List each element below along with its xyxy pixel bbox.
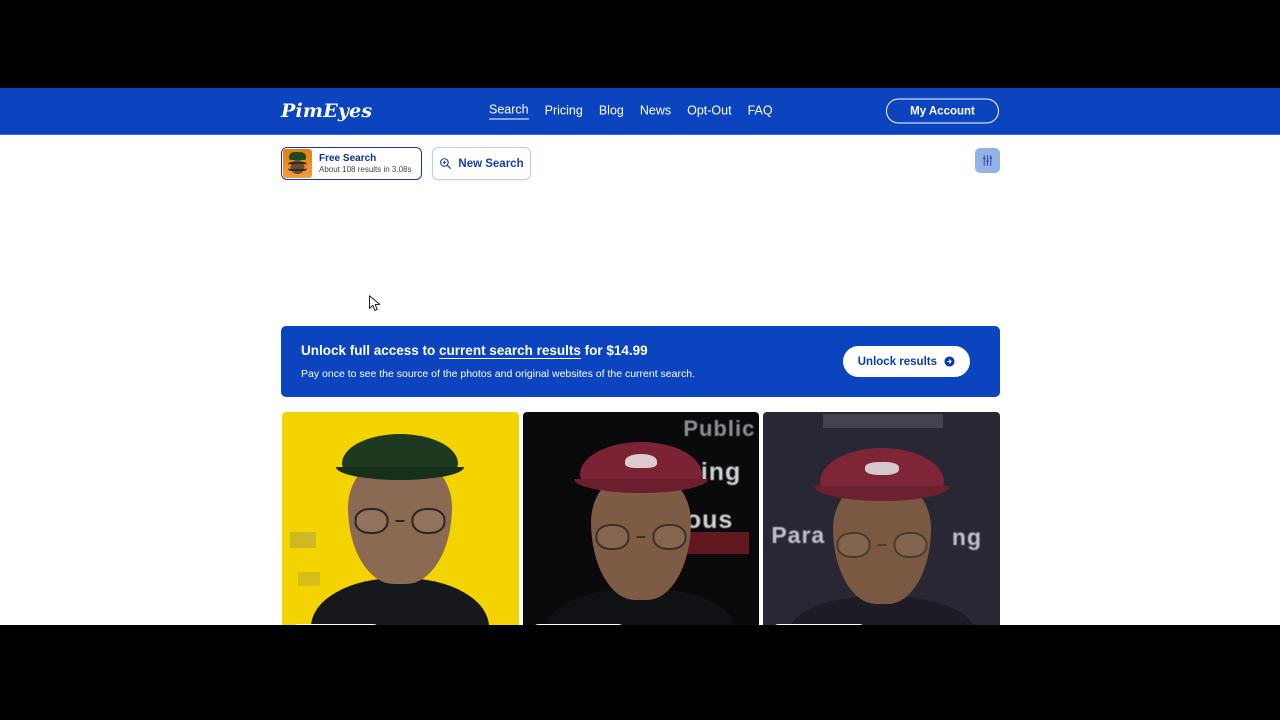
unlock-results-label: Unlock results <box>857 355 937 368</box>
mouse-cursor <box>369 295 381 311</box>
unlock-results-button[interactable]: Unlock results <box>842 346 970 377</box>
face-thumbnail <box>283 149 312 178</box>
result-url-label: https://faceclips.net… <box>771 624 867 625</box>
pimeyes-logo[interactable]: PimEyes <box>281 100 372 122</box>
grid-view-toggle-button[interactable] <box>975 148 1000 173</box>
site-navbar: PimEyes Search Pricing Blog News Opt-Out… <box>0 88 1280 135</box>
sliders-icon <box>982 155 993 166</box>
unlock-banner-subtext: Pay once to see the source of the photos… <box>301 367 695 380</box>
main-navigation: Search Pricing Blog News Opt-Out FAQ <box>489 103 773 120</box>
result-url-label: https://faceclips.net… <box>530 624 626 625</box>
nav-link-blog[interactable]: Blog <box>599 103 624 119</box>
new-search-label: New Search <box>458 157 524 170</box>
unlock-heading-suffix: for $14.99 <box>580 343 648 359</box>
result-image <box>282 412 519 625</box>
browser-viewport: PimEyes Search Pricing Blog News Opt-Out… <box>0 88 1280 625</box>
nav-link-search[interactable]: Search <box>489 103 529 120</box>
search-toolbar: Free Search About 108 results in 3.08s N… <box>281 147 1000 181</box>
free-search-label: Free Search <box>319 153 377 165</box>
result-tile[interactable]: https://ap.cdnki.co… <box>282 412 519 625</box>
unlock-banner: Unlock full access to current search res… <box>281 326 1000 397</box>
results-grid: https://ap.cdnki.co… Public talking ous <box>282 412 1000 625</box>
unlock-banner-heading: Unlock full access to current search res… <box>301 343 843 359</box>
nav-link-pricing[interactable]: Pricing <box>545 103 583 119</box>
current-search-results-link[interactable]: current search results <box>439 343 581 358</box>
letterbox-top <box>0 0 1280 88</box>
nav-link-news[interactable]: News <box>640 103 671 119</box>
letterbox-bottom <box>0 625 1280 720</box>
result-tile[interactable]: Para ng https://faceclips.net… <box>763 412 1000 625</box>
unlock-banner-text: Unlock full access to current search res… <box>281 343 843 379</box>
free-search-chip[interactable]: Free Search About 108 results in 3.08s <box>281 147 422 180</box>
new-search-button[interactable]: New Search <box>432 147 531 180</box>
nav-link-faq[interactable]: FAQ <box>748 103 773 119</box>
page-content: Free Search About 108 results in 3.08s N… <box>0 135 1280 625</box>
unlock-heading-prefix: Unlock full access to <box>301 343 440 359</box>
nav-link-opt-out[interactable]: Opt-Out <box>687 103 731 119</box>
results-count-label: About 108 results in 3.08s <box>319 164 412 174</box>
result-image: Para ng <box>763 412 1000 625</box>
result-image: Public talking ous <box>523 412 760 625</box>
arrow-circle-right-icon <box>944 356 955 367</box>
my-account-button[interactable]: My Account <box>886 98 999 124</box>
search-plus-icon <box>440 158 452 169</box>
result-url-label: https://ap.cdnki.co… <box>290 624 382 625</box>
result-tile[interactable]: Public talking ous https://faceclips.net… <box>522 412 760 625</box>
